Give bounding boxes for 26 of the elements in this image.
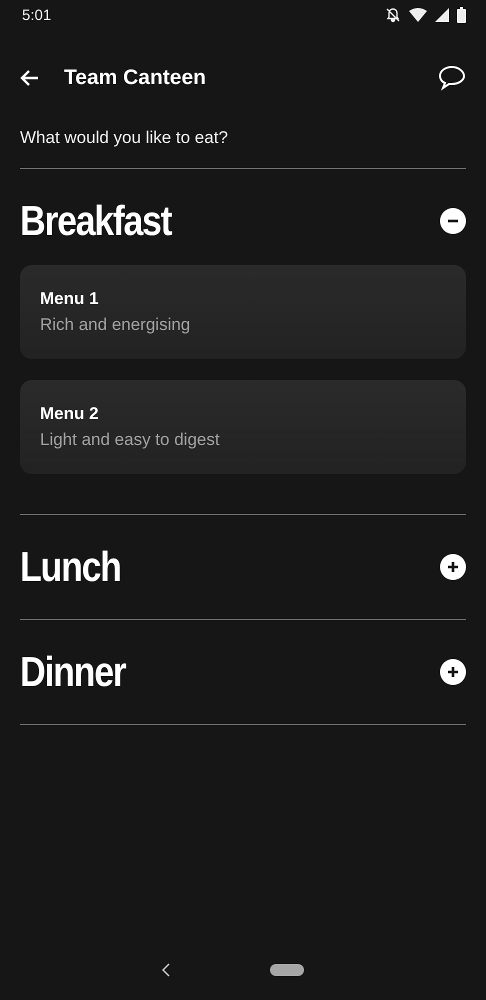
section-heading: Lunch (20, 543, 121, 591)
status-time: 5:01 (22, 6, 52, 24)
collapse-button[interactable] (440, 208, 466, 234)
menu-description: Rich and energising (40, 315, 192, 335)
signal-icon (435, 8, 449, 22)
speech-bubble-icon (438, 65, 466, 91)
expand-button[interactable] (440, 554, 466, 580)
bell-off-icon (385, 7, 401, 23)
menu-name: Menu 2 (40, 404, 100, 424)
menu-description: Light and easy to digest (40, 430, 221, 450)
chat-button[interactable] (436, 63, 468, 93)
nav-back-icon[interactable] (162, 963, 170, 977)
arrow-left-icon (20, 68, 40, 88)
plus-icon (446, 665, 460, 679)
expand-button[interactable] (440, 659, 466, 685)
wifi-icon (409, 8, 427, 22)
prompt-text: What would you like to eat? (19, 127, 229, 149)
plus-icon (446, 560, 460, 574)
menu-card[interactable]: Menu 2 Light and easy to digest (20, 380, 466, 474)
section-heading: Dinner (20, 648, 126, 696)
menu-name: Menu 1 (40, 289, 100, 309)
menu-card[interactable]: Menu 1 Rich and energising (20, 265, 466, 359)
battery-icon (457, 7, 466, 23)
section-heading: Breakfast (20, 197, 172, 245)
home-handle[interactable] (270, 964, 304, 976)
app-title: Team Canteen (64, 66, 207, 90)
